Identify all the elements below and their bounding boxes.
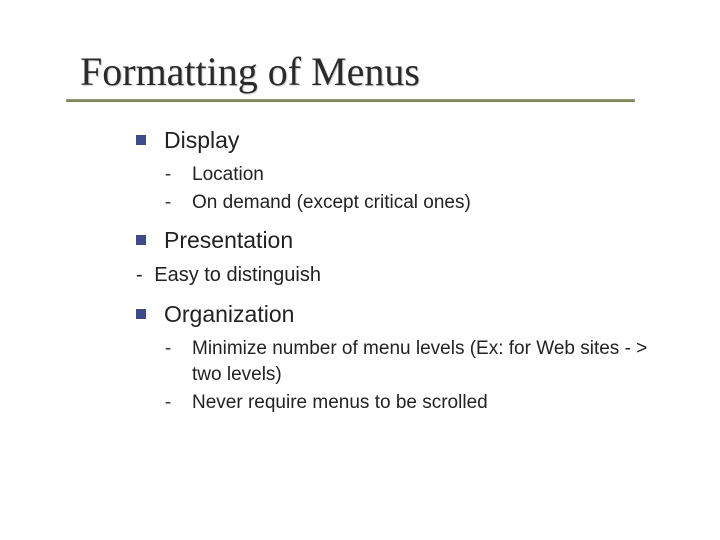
sub-bullet-text: Minimize number of menu levels (Ex: for … <box>192 336 660 387</box>
sub-bullet: - On demand (except critical ones) <box>164 190 660 216</box>
dash-icon: - <box>164 162 172 188</box>
dash-icon: - <box>164 390 172 416</box>
sub-bullet-text: Never require menus to be scrolled <box>192 390 660 416</box>
sub-bullet: - Minimize number of menu levels (Ex: fo… <box>164 336 660 387</box>
bullet-display: Display <box>136 125 660 156</box>
square-bullet-icon <box>136 135 146 145</box>
title-group: Formatting of Menus <box>80 48 660 103</box>
square-bullet-icon <box>136 235 146 245</box>
dash-icon: - <box>164 190 172 216</box>
sub-bullet: - Never require menus to be scrolled <box>164 390 660 416</box>
bullet-label: Presentation <box>164 225 660 256</box>
sub-bullet-text: Easy to distinguish <box>154 264 321 286</box>
title-underline <box>80 99 660 103</box>
sub-bullet-text: Location <box>192 162 660 188</box>
square-bullet-icon <box>136 309 146 319</box>
slide-title: Formatting of Menus <box>80 48 660 95</box>
slide-body: Display - Location - On demand (except c… <box>80 125 660 415</box>
sub-bullet-unindented: - Easy to distinguish <box>136 262 660 289</box>
dash-icon: - <box>164 336 172 362</box>
bullet-organization: Organization <box>136 299 660 330</box>
bullet-label: Display <box>164 125 660 156</box>
sub-bullet: - Location <box>164 162 660 188</box>
dash-icon: - <box>136 264 143 286</box>
bullet-label: Organization <box>164 299 660 330</box>
slide: Formatting of Menus Display - Location -… <box>0 0 720 540</box>
bullet-presentation: Presentation <box>136 225 660 256</box>
sub-bullet-text: On demand (except critical ones) <box>192 190 660 216</box>
